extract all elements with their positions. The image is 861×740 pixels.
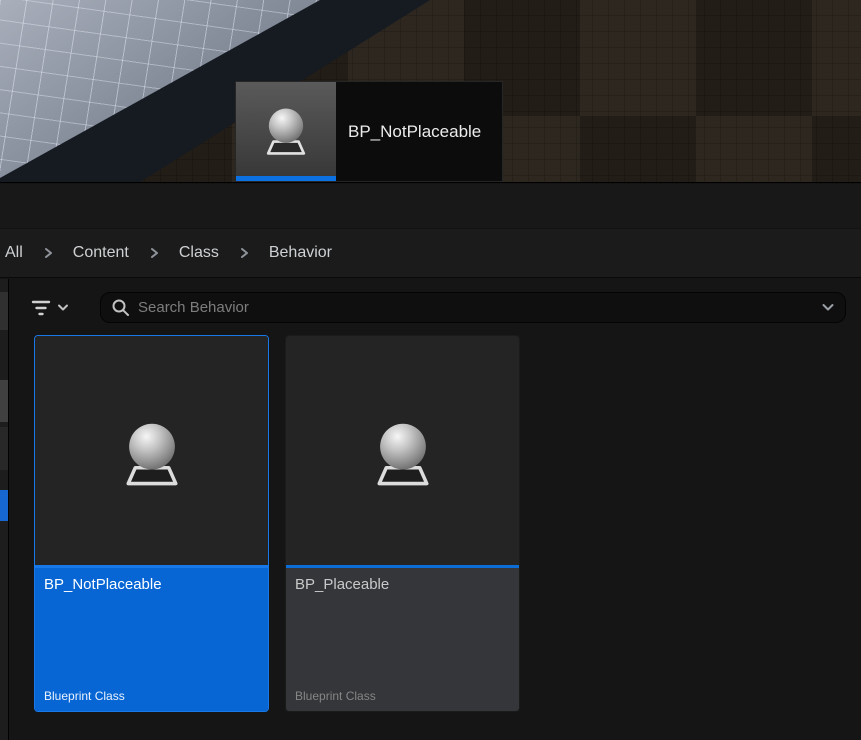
- drag-preview: BP_NotPlaceable: [235, 81, 503, 182]
- filter-button[interactable]: [30, 293, 90, 323]
- sphere-on-pedestal-icon: [253, 96, 319, 162]
- content-browser-header-strip: [0, 184, 861, 228]
- asset-tile-bp-notplaceable[interactable]: BP_NotPlaceable Blueprint Class: [34, 335, 269, 712]
- search-bar[interactable]: [100, 292, 846, 323]
- drag-preview-thumbnail: [236, 82, 336, 181]
- breadcrumb-item-behavior[interactable]: Behavior: [269, 244, 332, 262]
- panel-edge-item-selected[interactable]: [0, 490, 8, 521]
- search-input[interactable]: [138, 299, 813, 316]
- asset-thumbnail: [286, 336, 519, 565]
- chevron-down-icon[interactable]: [821, 303, 835, 312]
- sphere-on-pedestal-icon: [108, 407, 196, 495]
- chevron-down-icon: [57, 304, 69, 312]
- panel-edge-item[interactable]: [0, 292, 8, 330]
- asset-grid: BP_NotPlaceable Blueprint Class BP_Place…: [34, 335, 520, 712]
- chevron-right-icon: [148, 247, 160, 259]
- drag-preview-label: BP_NotPlaceable: [336, 82, 502, 181]
- asset-info: BP_NotPlaceable Blueprint Class: [35, 568, 268, 711]
- asset-type-label: Blueprint Class: [295, 689, 376, 703]
- asset-info: BP_Placeable Blueprint Class: [286, 568, 519, 711]
- panel-edge-item[interactable]: [0, 380, 8, 422]
- asset-thumbnail: [35, 336, 268, 565]
- breadcrumb-item-content[interactable]: Content: [73, 244, 129, 262]
- asset-name: BP_Placeable: [295, 576, 510, 593]
- breadcrumb-item-class[interactable]: Class: [179, 244, 219, 262]
- drag-preview-accent-bar: [236, 176, 336, 181]
- level-viewport[interactable]: BP_NotPlaceable: [0, 0, 861, 183]
- asset-tile-bp-placeable[interactable]: BP_Placeable Blueprint Class: [285, 335, 520, 712]
- magnifier-icon: [111, 298, 130, 317]
- drag-preview-thumb-area: [236, 82, 336, 176]
- asset-type-label: Blueprint Class: [44, 689, 125, 703]
- left-panel-edge: [0, 279, 9, 740]
- breadcrumb: All Content Class Behavior: [0, 228, 861, 278]
- asset-name: BP_NotPlaceable: [44, 576, 259, 593]
- breadcrumb-item-all[interactable]: All: [5, 244, 23, 262]
- filter-funnel-icon: [30, 299, 52, 317]
- chevron-right-icon: [238, 247, 250, 259]
- chevron-right-icon: [42, 247, 54, 259]
- panel-edge-item[interactable]: [0, 427, 8, 470]
- sphere-on-pedestal-icon: [359, 407, 447, 495]
